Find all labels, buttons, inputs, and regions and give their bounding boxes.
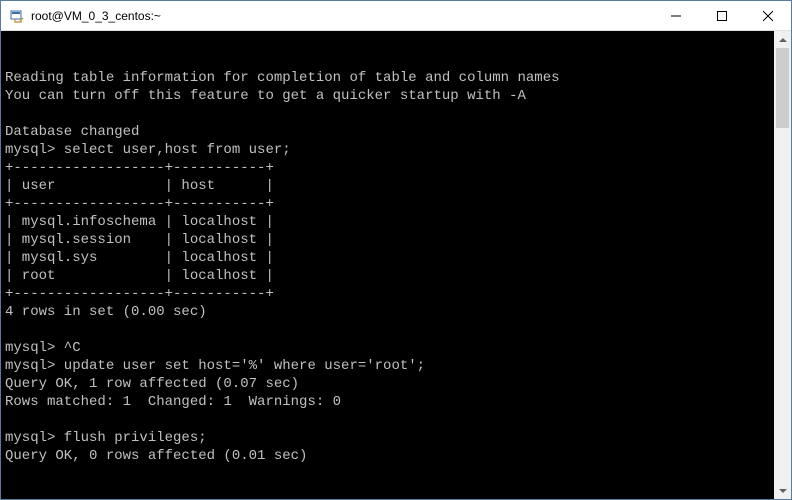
terminal[interactable]: Reading table information for completion… xyxy=(1,31,774,499)
window-title: root@VM_0_3_centos:~ xyxy=(31,9,653,23)
putty-icon xyxy=(9,8,25,24)
terminal-line: | user | host | xyxy=(5,177,770,195)
terminal-line: 4 rows in set (0.00 sec) xyxy=(5,303,770,321)
scroll-up-button[interactable] xyxy=(774,31,791,48)
terminal-line: +------------------+-----------+ xyxy=(5,159,770,177)
terminal-line xyxy=(5,465,770,483)
window-controls xyxy=(653,1,791,30)
terminal-line: +------------------+-----------+ xyxy=(5,285,770,303)
terminal-line: Query OK, 1 row affected (0.07 sec) xyxy=(5,375,770,393)
terminal-line: | mysql.infoschema | localhost | xyxy=(5,213,770,231)
terminal-line: | root | localhost | xyxy=(5,267,770,285)
titlebar: root@VM_0_3_centos:~ xyxy=(1,1,791,31)
terminal-line xyxy=(5,411,770,429)
scroll-track[interactable] xyxy=(774,48,791,482)
terminal-line: Reading table information for completion… xyxy=(5,69,770,87)
close-button[interactable] xyxy=(745,1,791,30)
scroll-down-button[interactable] xyxy=(774,482,791,499)
minimize-button[interactable] xyxy=(653,1,699,30)
terminal-line: | mysql.sys | localhost | xyxy=(5,249,770,267)
scrollbar[interactable] xyxy=(774,31,791,499)
terminal-line: mysql> update user set host='%' where us… xyxy=(5,357,770,375)
terminal-line xyxy=(5,321,770,339)
terminal-line: You can turn off this feature to get a q… xyxy=(5,87,770,105)
scroll-thumb[interactable] xyxy=(776,48,789,128)
terminal-output: Reading table information for completion… xyxy=(5,69,770,483)
terminal-line: mysql> flush privileges; xyxy=(5,429,770,447)
terminal-line: | mysql.session | localhost | xyxy=(5,231,770,249)
maximize-button[interactable] xyxy=(699,1,745,30)
terminal-line: mysql> ^C xyxy=(5,339,770,357)
terminal-line: +------------------+-----------+ xyxy=(5,195,770,213)
terminal-line: mysql> select user,host from user; xyxy=(5,141,770,159)
terminal-line: Rows matched: 1 Changed: 1 Warnings: 0 xyxy=(5,393,770,411)
terminal-line xyxy=(5,105,770,123)
terminal-line: Query OK, 0 rows affected (0.01 sec) xyxy=(5,447,770,465)
terminal-line: Database changed xyxy=(5,123,770,141)
terminal-area: Reading table information for completion… xyxy=(1,31,791,499)
